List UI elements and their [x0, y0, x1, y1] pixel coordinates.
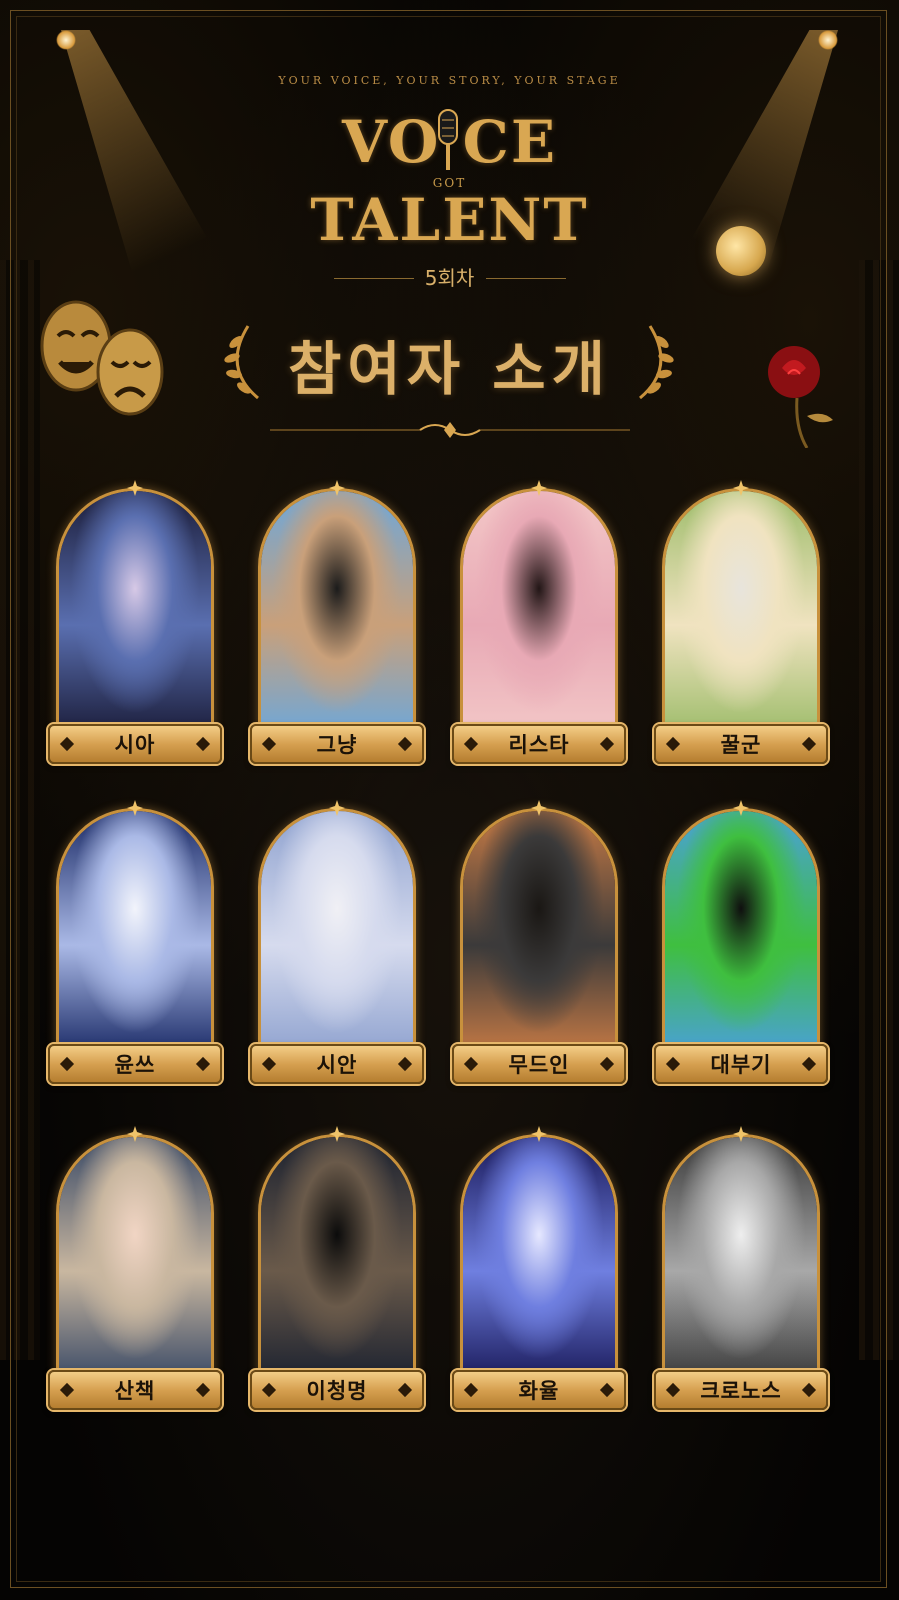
star-ornament-icon — [733, 480, 749, 496]
diamond-left-icon — [261, 1056, 277, 1072]
portrait-frame — [460, 488, 618, 738]
participant-name: 시아 — [114, 733, 156, 757]
diamond-left-icon — [665, 1382, 681, 1398]
star-ornament-icon — [329, 480, 345, 496]
portrait-frame — [56, 1134, 214, 1384]
diamond-right-icon — [599, 736, 615, 752]
nameplate: 윤쓰 — [48, 1044, 222, 1084]
participant-name: 대부기 — [710, 1053, 772, 1077]
diamond-right-icon — [195, 1382, 211, 1398]
star-ornament-icon — [329, 800, 345, 816]
participant-name: 화율 — [518, 1379, 560, 1403]
portrait-image — [463, 491, 615, 735]
diamond-right-icon — [801, 1056, 817, 1072]
diamond-right-icon — [195, 736, 211, 752]
portrait-frame — [662, 488, 820, 738]
diamond-left-icon — [463, 1056, 479, 1072]
portrait-image — [665, 1137, 817, 1381]
portrait-image — [59, 811, 211, 1055]
participant-name: 시안 — [316, 1053, 358, 1077]
nameplate: 리스타 — [452, 724, 626, 764]
portrait-image — [261, 811, 413, 1055]
star-ornament-icon — [733, 1126, 749, 1142]
diamond-right-icon — [397, 1382, 413, 1398]
diamond-right-icon — [801, 1382, 817, 1398]
star-ornament-icon — [127, 480, 143, 496]
diamond-right-icon — [397, 1056, 413, 1072]
diamond-left-icon — [59, 736, 75, 752]
participant-card[interactable]: 산책 — [48, 1126, 222, 1426]
nameplate: 이청명 — [250, 1370, 424, 1410]
diamond-left-icon — [261, 736, 277, 752]
portrait-frame — [662, 1134, 820, 1384]
portrait-image — [261, 1137, 413, 1381]
diamond-left-icon — [665, 1056, 681, 1072]
portrait-image — [261, 491, 413, 735]
portrait-frame — [56, 488, 214, 738]
nameplate: 산책 — [48, 1370, 222, 1410]
diamond-left-icon — [59, 1056, 75, 1072]
nameplate: 꿀군 — [654, 724, 828, 764]
nameplate: 시안 — [250, 1044, 424, 1084]
portrait-frame — [460, 808, 618, 1058]
portrait-image — [463, 1137, 615, 1381]
participant-card[interactable]: 대부기 — [654, 800, 828, 1100]
star-ornament-icon — [531, 800, 547, 816]
star-ornament-icon — [329, 1126, 345, 1142]
star-ornament-icon — [127, 1126, 143, 1142]
participant-name: 리스타 — [508, 733, 570, 757]
participant-card[interactable]: 크로노스 — [654, 1126, 828, 1426]
star-ornament-icon — [127, 800, 143, 816]
portrait-frame — [258, 488, 416, 738]
participant-card[interactable]: 이청명 — [250, 1126, 424, 1426]
portrait-frame — [56, 808, 214, 1058]
portrait-frame — [258, 1134, 416, 1384]
participant-name: 산책 — [114, 1379, 156, 1403]
participant-name: 윤쓰 — [114, 1053, 156, 1077]
star-ornament-icon — [531, 480, 547, 496]
portrait-frame — [662, 808, 820, 1058]
participant-name: 크로노스 — [700, 1379, 782, 1403]
participant-card[interactable]: 시아 — [48, 480, 222, 780]
participant-card[interactable]: 꿀군 — [654, 480, 828, 780]
portrait-image — [463, 811, 615, 1055]
nameplate: 대부기 — [654, 1044, 828, 1084]
portrait-image — [59, 491, 211, 735]
portrait-frame — [258, 808, 416, 1058]
participant-card[interactable]: 리스타 — [452, 480, 626, 780]
portrait-frame — [460, 1134, 618, 1384]
participant-name: 꿀군 — [720, 733, 762, 757]
participant-name: 무드인 — [508, 1053, 570, 1077]
diamond-right-icon — [599, 1056, 615, 1072]
participant-card[interactable]: 무드인 — [452, 800, 626, 1100]
diamond-left-icon — [463, 1382, 479, 1398]
participant-card[interactable]: 시안 — [250, 800, 424, 1100]
nameplate: 화율 — [452, 1370, 626, 1410]
portrait-image — [665, 491, 817, 735]
star-ornament-icon — [733, 800, 749, 816]
diamond-left-icon — [665, 736, 681, 752]
portrait-image — [59, 1137, 211, 1381]
participant-card[interactable]: 그냥 — [250, 480, 424, 780]
nameplate: 그냥 — [250, 724, 424, 764]
participant-grid: 시아 그냥 리스타 꿀군윤쓰 시안 무드인 대부기산책 이청명 화율 크로노스 — [0, 0, 899, 1600]
diamond-left-icon — [463, 736, 479, 752]
star-ornament-icon — [531, 1126, 547, 1142]
diamond-right-icon — [195, 1056, 211, 1072]
portrait-image — [665, 811, 817, 1055]
diamond-left-icon — [261, 1382, 277, 1398]
participant-name: 그냥 — [316, 733, 358, 757]
participant-card[interactable]: 화율 — [452, 1126, 626, 1426]
diamond-right-icon — [397, 736, 413, 752]
nameplate: 크로노스 — [654, 1370, 828, 1410]
participant-name: 이청명 — [306, 1379, 368, 1403]
diamond-right-icon — [599, 1382, 615, 1398]
nameplate: 무드인 — [452, 1044, 626, 1084]
diamond-left-icon — [59, 1382, 75, 1398]
nameplate: 시아 — [48, 724, 222, 764]
diamond-right-icon — [801, 736, 817, 752]
participant-card[interactable]: 윤쓰 — [48, 800, 222, 1100]
